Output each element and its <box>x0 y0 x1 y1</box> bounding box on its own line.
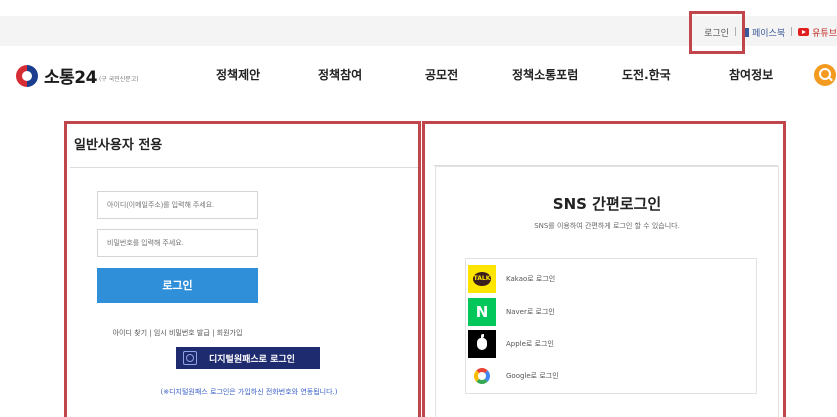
divider <box>70 167 418 168</box>
youtube-icon <box>798 28 810 36</box>
account-links: 아이디 찾기 | 임시 비밀번호 발급 | 회원가입 <box>97 328 258 338</box>
youtube-link[interactable]: 유튜브 <box>798 26 837 39</box>
nav-contest[interactable]: 공모전 <box>425 66 458 83</box>
login-highlight-box <box>689 11 745 54</box>
naver-login-label: Naver로 로그인 <box>506 307 555 316</box>
google-login-button[interactable]: Google로 로그인 <box>466 359 756 392</box>
top-separator: | <box>790 27 794 37</box>
naver-login-button[interactable]: N Naver로 로그인 <box>466 295 756 328</box>
digital-onepass-icon <box>183 351 197 365</box>
youtube-label: 유튜브 <box>812 28 837 39</box>
find-id-link[interactable]: 아이디 찾기 <box>113 329 147 337</box>
apple-login-button[interactable]: Apple로 로그인 <box>466 327 756 360</box>
nav-policy-participation[interactable]: 정책참여 <box>318 66 362 83</box>
link-separator: | <box>212 329 215 337</box>
main-navigation: 정책제안 정책참여 공모전 정책소통포럼 도전.한국 참여정보 <box>0 66 837 82</box>
nav-policy-proposal[interactable]: 정책제안 <box>216 66 260 83</box>
nav-policy-forum[interactable]: 정책소통포럼 <box>512 66 578 83</box>
search-icon[interactable] <box>814 64 836 86</box>
id-input[interactable] <box>97 191 258 219</box>
sns-login-subtitle: SNS를 이용하여 간편하게 로그인 할 수 있습니다. <box>534 222 680 230</box>
digital-onepass-login-button[interactable]: 디지털원패스로 로그인 <box>176 347 320 369</box>
login-button[interactable]: 로그인 <box>97 268 258 303</box>
digital-onepass-note: (※디지털원패스 로그인은 가입하신 전화번호와 연동됩니다.) <box>160 388 338 396</box>
general-login-title: 일반사용자 전용 <box>74 138 163 153</box>
apple-login-label: Apple로 로그인 <box>506 339 554 348</box>
signup-link[interactable]: 회원가입 <box>217 329 243 337</box>
kakao-login-button[interactable]: TALK Kakao로 로그인 <box>466 262 756 295</box>
facebook-link[interactable]: 페이스북 <box>741 26 786 39</box>
nav-challenge-korea[interactable]: 도전.한국 <box>622 66 671 83</box>
sns-login-title: SNS 간편로그인 <box>552 195 662 213</box>
temp-password-link[interactable]: 임시 비밀번호 발급 <box>154 329 210 337</box>
nav-participation-info[interactable]: 참여정보 <box>729 66 773 83</box>
google-login-label: Google로 로그인 <box>506 371 559 380</box>
facebook-label: 페이스북 <box>751 28 786 39</box>
naver-icon: N <box>468 297 496 326</box>
link-separator: | <box>149 329 152 337</box>
kakao-icon: TALK <box>468 264 496 293</box>
kakao-login-label: Kakao로 로그인 <box>506 274 556 283</box>
google-icon <box>468 362 496 390</box>
apple-icon <box>468 329 496 358</box>
digital-onepass-label: 디지털원패스로 로그인 <box>209 354 295 365</box>
password-input[interactable] <box>97 229 258 257</box>
